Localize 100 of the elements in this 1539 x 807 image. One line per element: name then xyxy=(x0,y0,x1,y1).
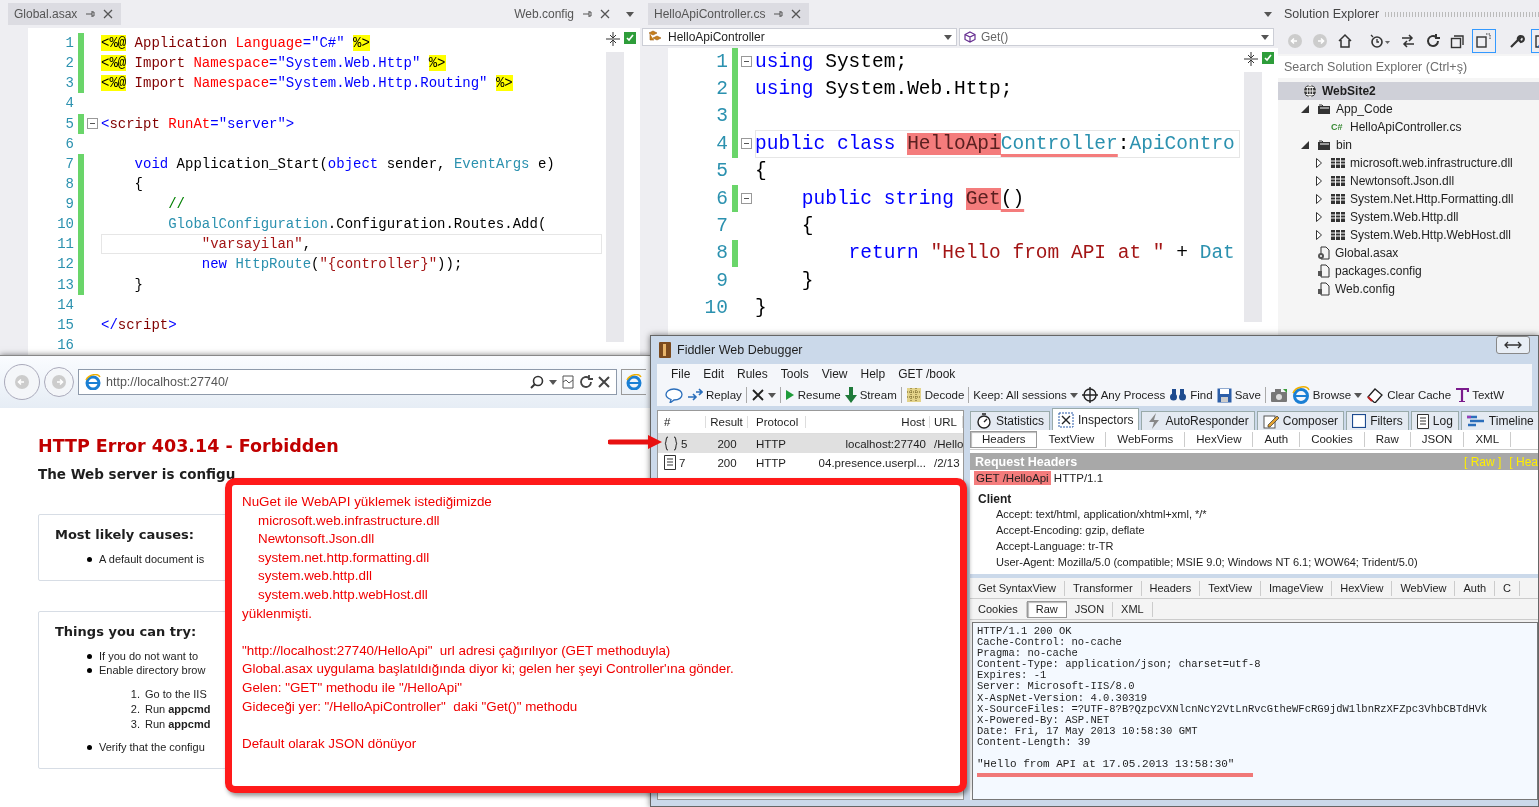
grid-icon xyxy=(905,387,922,403)
menu-item[interactable]: Tools xyxy=(780,367,809,381)
code-line: "varsayilan", xyxy=(101,234,602,255)
globe-e-icon xyxy=(1291,386,1310,404)
tab[interactable]: XML xyxy=(1464,432,1512,447)
tab[interactable]: Composer xyxy=(1256,411,1345,430)
tab[interactable]: HexView xyxy=(1185,432,1254,447)
tab[interactable]: Statistics xyxy=(970,411,1050,430)
tab[interactable]: Headers xyxy=(970,431,1038,448)
session-row[interactable]: 7 200 HTTP 04.presence.userpl... /2/13 xyxy=(658,453,963,472)
tree-item[interactable]: WebSite2 xyxy=(1278,82,1539,100)
menu-item[interactable]: File xyxy=(671,367,691,381)
toolbar-button[interactable]: Any Process xyxy=(1081,387,1166,403)
tree-item[interactable]: App_Code xyxy=(1278,100,1539,118)
response-line: Date: Fri, 17 May 2013 10:58:30 GMT xyxy=(977,725,1199,737)
tree-item[interactable]: microsoft.web.infrastructure.dll xyxy=(1278,154,1539,172)
column-header[interactable]: # xyxy=(658,416,706,428)
folder-icon xyxy=(1317,103,1331,115)
tab[interactable]: JSON xyxy=(1410,432,1465,447)
show-all-files-icon[interactable] xyxy=(1472,29,1496,53)
restore-button[interactable] xyxy=(1496,336,1530,354)
toolbar-button[interactable]: Browse xyxy=(1291,386,1363,404)
tree-item[interactable]: Newtonsoft.Json.dll xyxy=(1278,172,1539,190)
toolbar-button[interactable]: Replay xyxy=(687,388,742,402)
tab[interactable]: Filters xyxy=(1346,411,1409,430)
tab[interactable]: Timeline xyxy=(1460,411,1538,430)
tree-item[interactable]: System.Net.Http.Formatting.dll xyxy=(1278,190,1539,208)
member-dropdown[interactable]: Get() xyxy=(959,28,1274,46)
tab[interactable]: Headers xyxy=(1141,580,1201,596)
tab[interactable]: Auth xyxy=(1455,580,1496,596)
checkbox-icon xyxy=(1352,414,1367,428)
toolbar-button[interactable]: Save xyxy=(1216,387,1261,403)
tab[interactable]: Raw xyxy=(1364,432,1411,447)
toolbar-button[interactable]: Stream xyxy=(844,387,897,403)
tab[interactable]: Cookies xyxy=(1300,432,1365,447)
broken-page-icon xyxy=(562,375,574,389)
document-tab[interactable]: Global.asax xyxy=(8,3,122,25)
tab[interactable]: TextView xyxy=(1200,580,1261,596)
tab[interactable]: C xyxy=(1495,580,1521,596)
tab[interactable]: Get SyntaxView xyxy=(970,580,1066,596)
toolbar-button[interactable]: Decode xyxy=(905,387,965,403)
tree-item[interactable]: bin xyxy=(1278,136,1539,154)
tree-item[interactable]: System.Web.Http.dll xyxy=(1278,208,1539,226)
toolbar-button[interactable]: Clear Cache xyxy=(1366,387,1452,403)
column-header[interactable]: Result xyxy=(706,416,748,428)
code-line: <%@ Import Namespace="System.Web.Http.Routing" %> xyxy=(101,74,514,94)
document-icon xyxy=(664,455,676,470)
document-tab[interactable]: HelloApiController.cs xyxy=(648,3,810,25)
tab[interactable]: Auth xyxy=(1253,432,1301,447)
timeline-icon xyxy=(1466,415,1485,427)
document-tab[interactable]: Web.config xyxy=(508,3,618,25)
response-body: "Hello from API at 17.05.2013 13:58:30" xyxy=(977,759,1236,771)
toolbar-button[interactable]: TextW xyxy=(1455,388,1505,402)
tab[interactable]: WebForms xyxy=(1106,432,1186,447)
column-header[interactable]: Host xyxy=(806,416,930,428)
tab[interactable]: Transformer xyxy=(1065,580,1142,596)
type-dropdown[interactable]: HelloApiController xyxy=(642,28,957,46)
annotation-text: Default olarak JSON dönüyor xyxy=(242,734,418,753)
tab[interactable]: ImageView xyxy=(1260,580,1333,596)
toolbar-button[interactable]: Resume xyxy=(784,389,841,401)
code-line: </script> xyxy=(101,315,178,335)
tree-item[interactable]: System.Web.Http.WebHost.dll xyxy=(1278,226,1539,244)
toolbar-button[interactable]: Keep: All sessions xyxy=(973,389,1078,401)
tab[interactable]: HexView xyxy=(1332,580,1393,596)
tree-item[interactable]: Web.config xyxy=(1278,280,1539,298)
tab[interactable]: Inspectors xyxy=(1052,408,1140,430)
search-field[interactable]: Search Solution Explorer (Ctrl+ş) xyxy=(1278,56,1539,78)
tree-item[interactable]: Global.asax xyxy=(1278,244,1539,262)
browser-tab[interactable] xyxy=(621,369,646,395)
tab[interactable]: AutoResponder xyxy=(1141,411,1255,430)
cube-icon xyxy=(964,31,976,43)
menu-item[interactable]: GET /book xyxy=(898,367,956,381)
menu-item[interactable]: View xyxy=(821,367,848,381)
splitter-icon xyxy=(606,32,620,46)
bullet-icon xyxy=(87,556,92,562)
tree-item[interactable]: C# HelloApiController.cs xyxy=(1278,118,1539,136)
menu-item[interactable]: Help xyxy=(860,367,886,381)
search-icon xyxy=(530,375,544,389)
toolbar-icon-button[interactable] xyxy=(750,388,776,402)
tab[interactable]: JSON xyxy=(1066,601,1114,617)
binoculars-icon xyxy=(1169,388,1188,402)
tab[interactable]: Log xyxy=(1410,411,1459,430)
tree-item[interactable]: packages.config xyxy=(1278,262,1539,280)
tab[interactable]: Cookies xyxy=(970,601,1027,617)
toolbar-button[interactable]: Find xyxy=(1169,388,1213,402)
tab[interactable]: WebView xyxy=(1392,580,1456,596)
menu-item[interactable]: Rules xyxy=(737,367,768,381)
session-row[interactable]: 5 200 HTTP localhost:27740 /Hello xyxy=(658,434,963,453)
tab[interactable]: Raw xyxy=(1026,600,1067,618)
code-line: using System; xyxy=(755,49,909,75)
tab[interactable]: TextView xyxy=(1037,432,1107,447)
column-header[interactable]: Protocol xyxy=(748,416,806,428)
column-header[interactable]: URL xyxy=(930,416,963,428)
list-item-text: Enable directory brow xyxy=(99,664,206,676)
menu-item[interactable]: Edit xyxy=(703,367,725,381)
address-bar[interactable]: http://localhost:27740/ xyxy=(78,369,617,395)
caret-icon xyxy=(944,34,952,40)
tab[interactable]: XML xyxy=(1113,601,1153,617)
line-number: 15 xyxy=(56,316,74,333)
line-number: 8 xyxy=(64,175,74,192)
